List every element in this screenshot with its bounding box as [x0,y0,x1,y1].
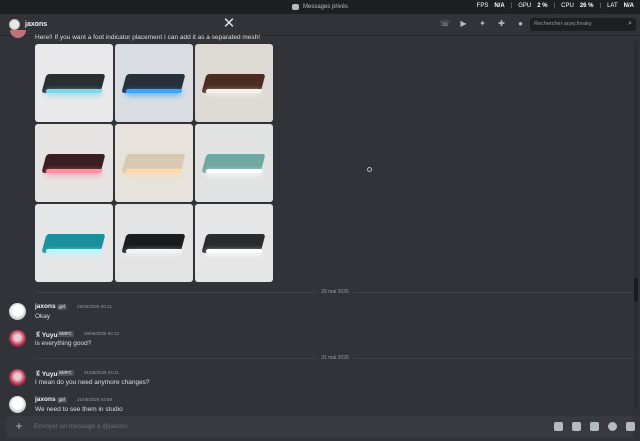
message-composer[interactable]: + Envoyer un message à @jaxons [6,416,635,438]
gallery-image[interactable] [35,204,113,282]
video-call-icon[interactable]: ▶ [459,19,468,28]
scrollbar-track[interactable] [634,40,638,410]
composer-actions [554,422,635,431]
header-actions: ☏ ▶ ✦ ✚ ● [440,19,525,28]
avatar[interactable] [9,303,26,320]
user-profile-icon[interactable]: ● [516,19,525,28]
avatar[interactable] [9,330,26,347]
overlay-separator: | [553,3,556,9]
apps-icon[interactable] [626,422,635,431]
gpu-label: GPU [518,3,532,9]
gallery-image[interactable] [35,44,113,122]
avatar[interactable] [9,369,26,386]
fps-value: N/A [494,3,505,9]
server-tag: girl [57,397,68,403]
server-tag: girl [57,304,68,310]
image-gallery [35,44,273,282]
message-author[interactable]: jaxons [35,303,56,310]
message-author[interactable]: ꉂ Yuyu [35,369,57,378]
emoji-icon[interactable] [608,422,617,431]
gallery-image[interactable] [195,44,273,122]
lat-label: LAT [607,3,618,9]
close-icon[interactable]: ✕ [222,16,236,32]
date-divider: 31 mai 2026 [35,355,635,361]
overlay-separator: | [510,3,513,9]
server-tag: SMFC [57,370,74,376]
message-item: ꉂ Yuyu SMFC 31/05/2026 04:21 I mean do y… [9,368,609,392]
search-input[interactable]: Rechercher acey.freaky ⌕ [530,18,636,31]
avatar[interactable] [9,396,26,413]
search-icon: ⌕ [628,20,632,27]
search-placeholder: Rechercher acey.freaky [534,21,592,27]
message-text: We need to see them in studio [35,406,123,413]
window-title: Messages privés [302,4,349,10]
gpu-value: 2 % [537,3,548,9]
gallery-image[interactable] [35,124,113,202]
message-list: Here!! If you want a foot indicator plac… [0,30,640,416]
cpu-label: CPU [561,3,574,9]
sticker-icon[interactable] [590,422,599,431]
message-author[interactable]: ꉂ Yuyu [35,330,57,339]
gift-icon[interactable] [554,422,563,431]
message-text: is everything good? [35,340,92,347]
channel-title: jaxons [25,21,48,28]
pin-icon[interactable]: ✦ [478,19,487,28]
gallery-image[interactable] [115,124,193,202]
server-tag: SMFC [57,331,74,337]
date-divider: 29 mai 2026 [35,289,635,295]
gallery-image[interactable] [195,124,273,202]
loading-spinner-icon [367,167,372,172]
date-divider-label: 29 mai 2026 [317,289,353,295]
avatar[interactable] [10,30,26,38]
composer-placeholder: Envoyer un message à @jaxons [34,423,128,430]
gallery-image[interactable] [115,44,193,122]
header-avatar[interactable] [9,19,20,30]
message-timestamp: 31/05/2026 04:21 [84,370,120,375]
overlay-separator: | [599,3,602,9]
message-author[interactable]: jaxons [35,396,56,403]
message-item: jaxons girl 29/05/2026 00:11 Okay [9,302,609,326]
message-text: Here!! If you want a foot indicator plac… [35,34,261,41]
date-divider-label: 31 mai 2026 [317,355,353,361]
gallery-image[interactable] [195,204,273,282]
message-timestamp: 31/05/2026 04:59 [77,397,113,402]
gallery-image[interactable] [115,204,193,282]
scrollbar-thumb[interactable] [634,278,638,302]
gif-icon[interactable] [572,422,581,431]
cpu-value: 26 % [579,3,594,9]
message-timestamp: 29/05/2026 00:11 [77,304,112,309]
message-text: Okay [35,313,51,320]
message-item: ꉂ Yuyu SMFC 29/05/2026 00:12 is everythi… [9,329,609,353]
add-friends-icon[interactable]: ✚ [497,19,506,28]
performance-overlay: FPS N/A | GPU 2 % | CPU 26 % | LAT N/A [477,3,634,9]
message-timestamp: 29/05/2026 00:12 [84,331,120,336]
channel-header: jaxons ☏ ▶ ✦ ✚ ● Rechercher acey.freaky … [0,14,640,36]
message-text: I mean do you need anymore changes? [35,379,150,386]
phone-call-icon[interactable]: ☏ [440,19,450,28]
lat-value: N/A [623,3,634,9]
discord-icon [291,4,299,10]
fps-label: FPS [476,3,489,9]
plus-icon[interactable]: + [13,420,25,432]
